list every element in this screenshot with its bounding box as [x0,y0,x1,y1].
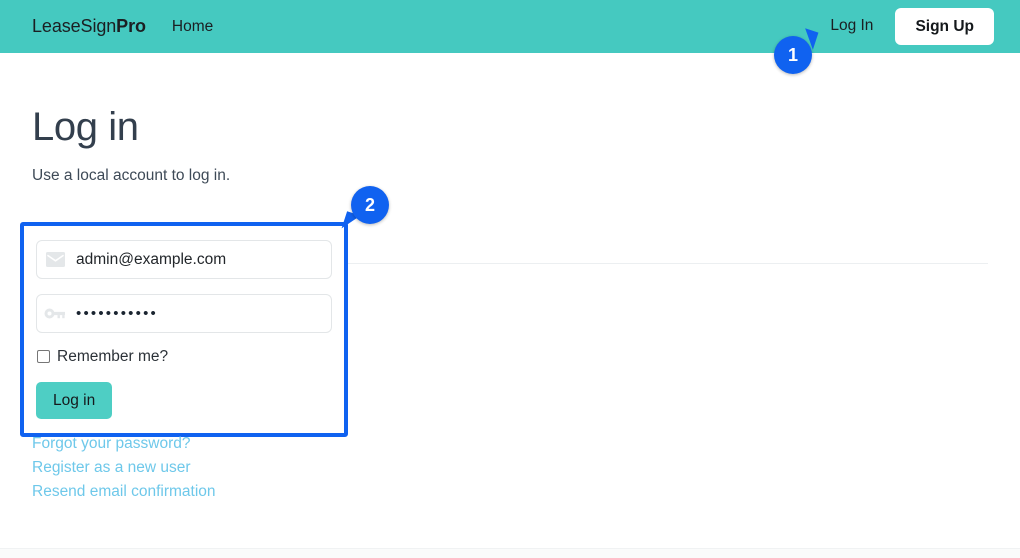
annotation-number-2: 2 [351,186,389,224]
login-form-highlight: Remember me? Log in [20,222,348,438]
signup-button[interactable]: Sign Up [895,7,994,46]
remember-me-checkbox[interactable] [37,350,50,364]
annotation-badge-2: 2 [341,186,389,233]
brand-name-bold: Pro [116,16,146,36]
key-icon [40,295,70,332]
email-input[interactable] [70,241,331,278]
remember-me-row[interactable]: Remember me? [36,349,332,365]
annotation-number-1: 1 [774,36,812,74]
password-input[interactable] [70,295,331,332]
nav-actions: Log In Sign Up [830,7,994,46]
top-navbar: LeaseSignPro Home Log In Sign Up [0,0,1020,53]
login-submit-button[interactable]: Log in [36,381,113,420]
resend-confirmation-link[interactable]: Resend email confirmation [32,480,216,504]
remember-me-label: Remember me? [57,348,169,365]
nav-item-login[interactable]: Log In [830,17,873,35]
page-footer [0,548,1020,558]
annotation-badge-1: 1 [774,28,819,74]
password-input-group[interactable] [36,294,332,333]
register-link[interactable]: Register as a new user [32,456,216,480]
nav-item-home[interactable]: Home [172,18,213,36]
primary-nav: Home [172,18,213,36]
auth-links: Forgot your password? Register as a new … [32,432,216,504]
login-page: Log in Use a local account to log in. [0,53,1020,264]
envelope-icon [40,241,70,278]
page-subtitle: Use a local account to log in. [32,167,231,184]
email-input-group[interactable] [36,240,332,279]
brand-logo[interactable]: LeaseSignPro [32,16,146,37]
forgot-password-link[interactable]: Forgot your password? [32,432,216,456]
page-title: Log in [32,105,139,149]
brand-name-light: LeaseSign [32,16,117,36]
